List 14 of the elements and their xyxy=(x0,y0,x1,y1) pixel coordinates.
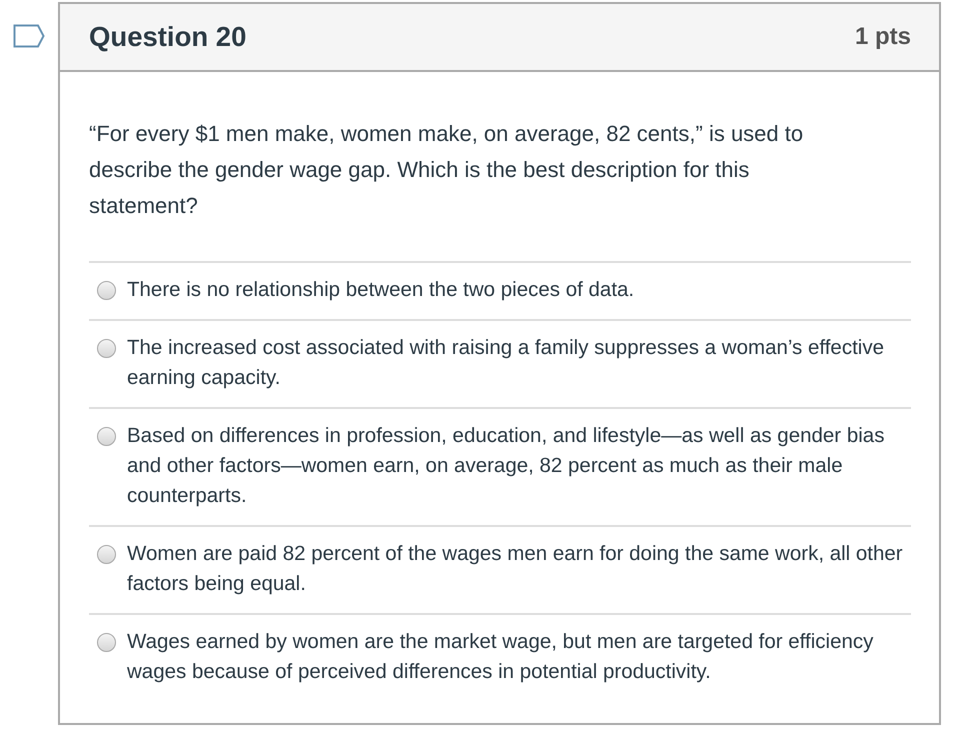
answer-text[interactable]: Wages earned by women are the market wage, but men are targeted for efficiency wages because of perceived differences in potential productivity. xyxy=(127,627,908,687)
radio-button[interactable] xyxy=(97,545,116,564)
answer-text[interactable]: There is no relationship between the two pieces of data. xyxy=(127,275,634,305)
question-title: Question 20 xyxy=(89,21,246,53)
question-text: “For every $1 men make, women make, on average, 82 cents,” is used to describe the gender wage gap. Which is the best description for this statement? xyxy=(89,120,804,220)
flag-icon[interactable] xyxy=(13,24,45,48)
radio-button[interactable] xyxy=(97,427,116,446)
answer-text[interactable]: Women are paid 82 percent of the wages men earn for doing the same work, all other factors being equal. xyxy=(127,539,908,599)
radio-button[interactable] xyxy=(97,281,116,300)
points-label: 1 pts xyxy=(854,23,911,51)
answer-text[interactable]: The increased cost associated with raising a family suppresses a woman’s effective earning capacity. xyxy=(127,333,908,393)
answer-text[interactable]: Based on differences in profession, education, and lifestyle—as well as gender bias and other factors—women earn, on average, 82 percent as much as their male counterparts. xyxy=(127,421,908,511)
radio-button[interactable] xyxy=(97,339,116,358)
radio-button[interactable] xyxy=(97,633,116,652)
